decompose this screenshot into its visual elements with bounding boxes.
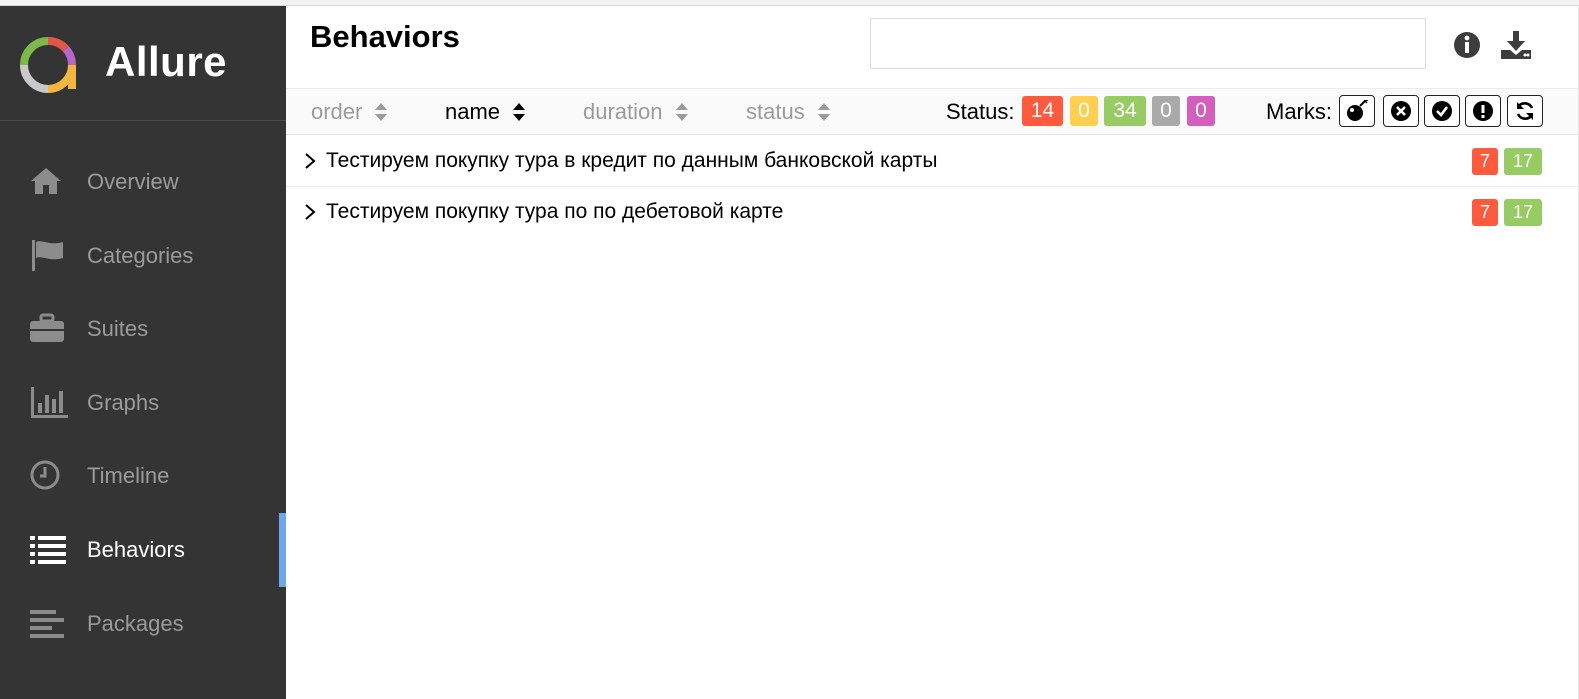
sorter-label: name (445, 99, 501, 124)
row-passed-count: 17 (1504, 199, 1542, 226)
sort-by-status[interactable]: status (746, 99, 831, 125)
toolbar: order name duration status Status: 14 0 … (286, 88, 1578, 135)
new-passed-icon (1432, 101, 1452, 121)
tree-row[interactable]: Тестируем покупку тура в кредит по данны… (286, 136, 1578, 187)
row-title: Тестируем покупку тура по по дебетовой к… (326, 200, 784, 223)
sidebar-item-label: Overview (87, 169, 179, 194)
sidebar-item-behaviors[interactable]: Behaviors (0, 512, 286, 587)
flaky-icon (1347, 100, 1369, 121)
sidebar-item-suites[interactable]: Suites (0, 292, 286, 366)
sort-by-duration[interactable]: duration (583, 99, 689, 125)
sidebar-item-label: Suites (87, 316, 149, 342)
home-icon (29, 163, 69, 199)
align-left-icon (29, 605, 69, 641)
brand-header[interactable]: Allure (0, 6, 286, 121)
new-failed-mark-toggle[interactable] (1383, 95, 1419, 127)
status-filter-label: Status: (946, 99, 1015, 124)
page-title: Behaviors (310, 19, 460, 54)
sidebar-item-graphs[interactable]: Graphs (0, 366, 286, 440)
behaviors-tree: Тестируем покупку тура в кредит по данны… (286, 136, 1578, 238)
new-failed-icon (1391, 101, 1411, 121)
sort-icon (513, 103, 526, 121)
sidebar-item-label: Packages (87, 610, 184, 636)
sorter-label: duration (583, 99, 663, 124)
status-broken-toggle[interactable]: 0 (1070, 96, 1098, 126)
sidebar-item-label: Categories (87, 242, 194, 268)
sidebar-item-label: Timeline (87, 463, 170, 489)
chevron-right-icon (305, 204, 316, 220)
download-icon[interactable] (1499, 28, 1533, 62)
marks-filter-label: Marks: (1266, 99, 1332, 124)
info-icon[interactable] (1450, 28, 1484, 62)
list-icon (29, 531, 69, 567)
status-unknown-toggle[interactable]: 0 (1187, 96, 1215, 126)
sort-by-name[interactable]: name (445, 99, 526, 125)
row-failed-count: 7 (1472, 199, 1498, 226)
tree-row[interactable]: Тестируем покупку тура по по дебетовой к… (286, 187, 1578, 238)
sidebar-item-timeline[interactable]: Timeline (0, 439, 286, 513)
row-title: Тестируем покупку тура в кредит по данны… (326, 149, 938, 172)
new-passed-mark-toggle[interactable] (1424, 95, 1460, 127)
sidebar-item-label: Behaviors (87, 536, 185, 562)
row-passed-count: 17 (1504, 148, 1542, 175)
sidebar-item-label: Graphs (87, 389, 160, 415)
sort-icon (675, 103, 688, 121)
briefcase-icon (29, 310, 69, 346)
sorter-label: status (746, 99, 805, 124)
active-indicator (279, 512, 286, 587)
flaky-mark-toggle[interactable] (1339, 95, 1375, 127)
sidebar-item-overview[interactable]: Overview (0, 145, 286, 219)
retries-mark-toggle[interactable] (1507, 95, 1543, 127)
new-broken-icon (1473, 101, 1493, 121)
status-passed-toggle[interactable]: 34 (1104, 96, 1146, 126)
sidebar: Allure Overview Categories Suites Graphs (0, 6, 286, 699)
sidebar-nav: Overview Categories Suites Graphs Timeli… (0, 145, 286, 660)
flag-icon (29, 237, 69, 273)
row-failed-count: 7 (1472, 148, 1498, 175)
main-pane: Behaviors order name duration status Sta… (286, 6, 1579, 699)
sidebar-item-categories[interactable]: Categories (0, 219, 286, 293)
sidebar-item-packages[interactable]: Packages (0, 587, 286, 661)
status-failed-toggle[interactable]: 14 (1022, 96, 1063, 126)
search-input[interactable] (870, 18, 1426, 69)
sort-by-order[interactable]: order (311, 99, 388, 125)
sorter-label: order (311, 99, 363, 124)
chevron-right-icon (305, 153, 316, 169)
status-skipped-toggle[interactable]: 0 (1152, 96, 1180, 126)
allure-logo-icon (20, 37, 76, 93)
clock-icon (29, 457, 69, 493)
retries-icon (1516, 102, 1534, 120)
sort-icon (375, 103, 388, 121)
new-broken-mark-toggle[interactable] (1465, 95, 1501, 127)
bar-chart-icon (29, 384, 69, 420)
sort-icon (817, 103, 830, 121)
brand-name: Allure (105, 38, 228, 85)
